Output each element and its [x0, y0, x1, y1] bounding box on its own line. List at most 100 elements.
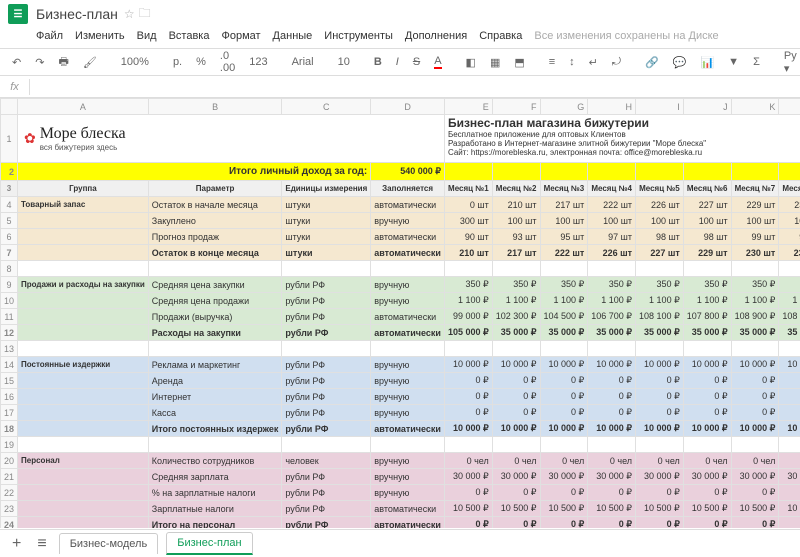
cell[interactable]: 99 000 ₽ [444, 309, 492, 325]
cell[interactable]: рубли РФ [282, 501, 371, 517]
cell[interactable]: 100 шт [683, 213, 731, 229]
cell[interactable]: 0 ₽ [492, 485, 540, 501]
cell[interactable]: 107 800 ₽ [683, 309, 731, 325]
cell[interactable]: 30 000 ₽ [779, 469, 800, 485]
cell[interactable] [731, 261, 779, 277]
cell[interactable]: автоматически [371, 197, 445, 213]
cell[interactable]: 222 шт [588, 197, 636, 213]
cell[interactable] [683, 341, 731, 357]
cell[interactable]: 217 шт [540, 197, 588, 213]
cell[interactable]: 0 ₽ [683, 373, 731, 389]
more-formats-button[interactable]: 123 [245, 54, 271, 70]
row-header[interactable]: 1 [1, 115, 18, 163]
cell[interactable]: вручную [371, 405, 445, 421]
cell[interactable] [18, 309, 149, 325]
cell[interactable]: 229 шт [683, 245, 731, 261]
cell[interactable]: 0 чел [636, 453, 684, 469]
cell[interactable]: 350 ₽ [731, 277, 779, 293]
cell[interactable]: 0 ₽ [588, 405, 636, 421]
cell[interactable]: 0 чел [588, 453, 636, 469]
strike-button[interactable]: S [409, 54, 424, 70]
cell[interactable]: 0 ₽ [779, 517, 800, 529]
cell[interactable]: 350 ₽ [492, 277, 540, 293]
cell[interactable]: 10 500 ₽ [444, 501, 492, 517]
cell[interactable]: 0 ₽ [540, 405, 588, 421]
col-header[interactable]: A [18, 99, 149, 115]
row-header[interactable]: 17 [1, 405, 18, 421]
menu-data[interactable]: Данные [273, 30, 313, 42]
cell[interactable] [588, 341, 636, 357]
cell[interactable]: 10 000 ₽ [492, 357, 540, 373]
cell[interactable]: 10 000 ₽ [444, 421, 492, 437]
cell[interactable]: Количество сотрудников [148, 453, 282, 469]
cell[interactable]: 10 000 ₽ [731, 421, 779, 437]
cell[interactable]: вручную [371, 453, 445, 469]
cell[interactable]: 10 000 ₽ [540, 357, 588, 373]
total-label[interactable]: Итого личный доход за год: [18, 163, 371, 181]
cell[interactable]: 1 100 ₽ [444, 293, 492, 309]
cell[interactable]: Аренда [148, 373, 282, 389]
cell[interactable]: 10 000 ₽ [779, 421, 800, 437]
cell[interactable]: 0 чел [731, 453, 779, 469]
cell[interactable] [18, 389, 149, 405]
col-header[interactable]: L [779, 99, 800, 115]
cell[interactable] [492, 341, 540, 357]
cell[interactable] [18, 261, 149, 277]
cell[interactable] [18, 469, 149, 485]
cell[interactable]: Заполняется [371, 181, 445, 197]
row-header[interactable]: 6 [1, 229, 18, 245]
cell[interactable]: Месяц №8 [779, 181, 800, 197]
cell[interactable]: 106 700 ₽ [588, 309, 636, 325]
cell[interactable]: 0 чел [683, 453, 731, 469]
cell[interactable]: Реклама и маркетинг [148, 357, 282, 373]
cell[interactable] [636, 437, 684, 453]
plan-header[interactable]: Бизнес-план магазина бижутерии Бесплатно… [444, 115, 800, 163]
cell[interactable]: 105 000 ₽ [444, 325, 492, 341]
folder-icon[interactable]: 🗀 [139, 4, 151, 25]
sheets-icon[interactable]: ☰ [8, 4, 28, 24]
cell[interactable] [492, 163, 540, 181]
cell[interactable]: штуки [282, 213, 371, 229]
cell[interactable]: 227 шт [683, 197, 731, 213]
cell[interactable] [18, 293, 149, 309]
italic-button[interactable]: I [392, 54, 403, 70]
cell[interactable] [636, 163, 684, 181]
cell[interactable]: автоматически [371, 229, 445, 245]
cell[interactable]: 35 000 ₽ [540, 325, 588, 341]
cell[interactable]: 30 000 ₽ [636, 469, 684, 485]
cell[interactable]: 90 шт [444, 229, 492, 245]
cell[interactable]: Касса [148, 405, 282, 421]
col-header[interactable]: B [148, 99, 282, 115]
cell[interactable] [588, 163, 636, 181]
cell[interactable]: автоматически [371, 325, 445, 341]
cell[interactable] [444, 341, 492, 357]
wrap-icon[interactable]: ↵ [585, 54, 602, 71]
cell[interactable]: 10 000 ₽ [540, 421, 588, 437]
row-header[interactable]: 8 [1, 261, 18, 277]
col-header[interactable]: J [683, 99, 731, 115]
cell[interactable]: 100 шт [731, 213, 779, 229]
cell[interactable]: 0 ₽ [636, 373, 684, 389]
menu-file[interactable]: Файл [36, 30, 63, 42]
decimals-button[interactable]: .0 .00 [216, 48, 239, 76]
cell[interactable]: 0 ₽ [444, 389, 492, 405]
cell[interactable]: 30 000 ₽ [540, 469, 588, 485]
comment-icon[interactable]: 💬 [669, 54, 691, 71]
menu-help[interactable]: Справка [479, 30, 522, 42]
cell[interactable]: 1 100 ₽ [731, 293, 779, 309]
cell[interactable]: Расходы на закупки [148, 325, 282, 341]
rotate-icon[interactable]: ⤾ [608, 54, 625, 71]
cell[interactable]: человек [282, 453, 371, 469]
cell[interactable]: Постоянные издержки [18, 357, 149, 373]
cell[interactable]: 100 шт [636, 213, 684, 229]
cell[interactable]: 0 ₽ [492, 389, 540, 405]
language-button[interactable]: Ру ▾ [780, 48, 800, 77]
cell[interactable] [731, 163, 779, 181]
cell[interactable]: 350 ₽ [636, 277, 684, 293]
cell[interactable]: 10 000 ₽ [492, 421, 540, 437]
cell[interactable] [731, 341, 779, 357]
borders-icon[interactable]: ▦ [486, 54, 504, 71]
row-header[interactable]: 16 [1, 389, 18, 405]
cell[interactable]: автоматически [371, 245, 445, 261]
cell[interactable]: 99 шт [731, 229, 779, 245]
